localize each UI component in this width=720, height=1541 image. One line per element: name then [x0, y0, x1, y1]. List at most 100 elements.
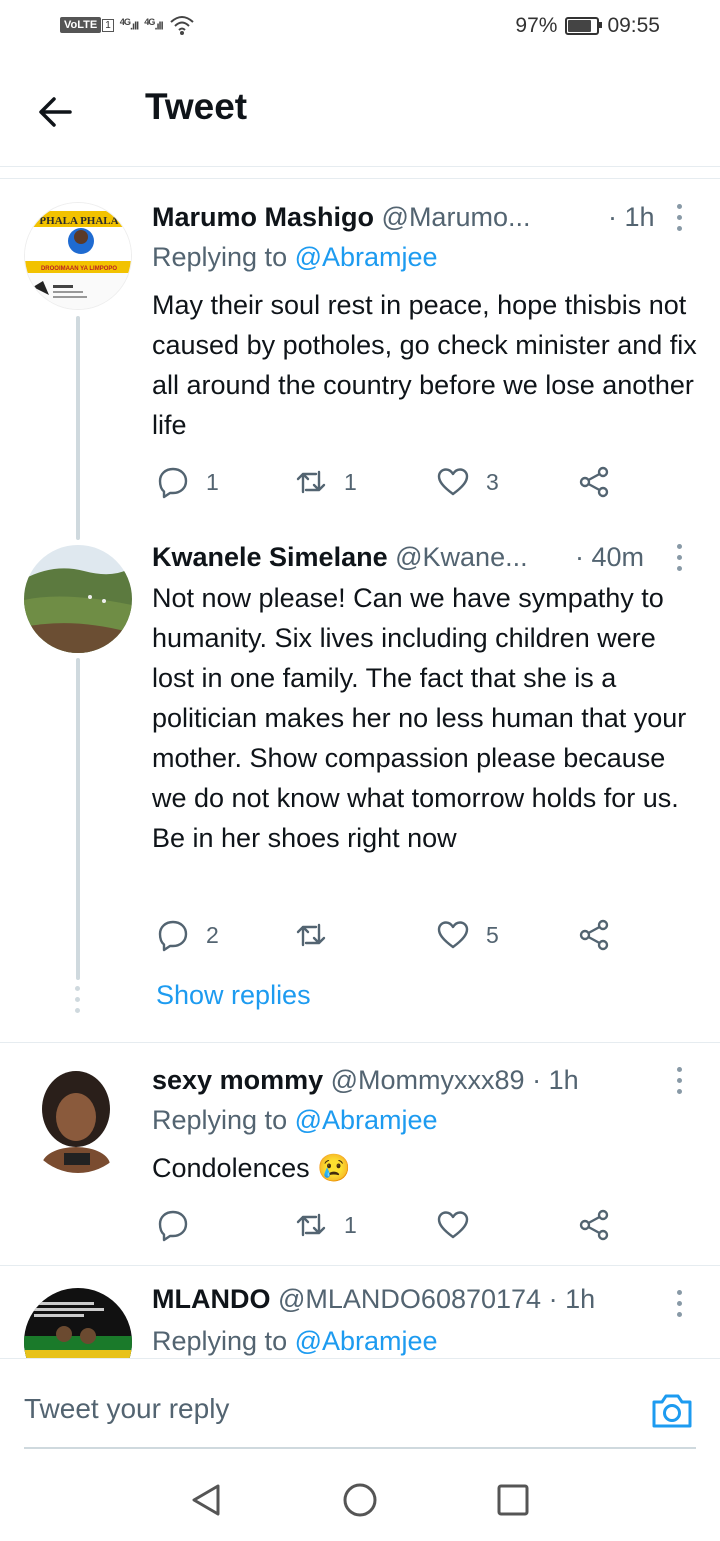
- user-handle[interactable]: @Marumo...: [382, 202, 531, 232]
- nav-home-button[interactable]: [340, 1480, 380, 1520]
- nav-recents-button[interactable]: [493, 1480, 533, 1520]
- square-recents-icon: [497, 1484, 529, 1516]
- tweet-time: · 1h: [532, 1065, 579, 1095]
- arrow-left-icon: [39, 97, 72, 127]
- tweet-actions: 1: [152, 1205, 632, 1245]
- volte-badge: VoLTE: [60, 17, 102, 33]
- share-button[interactable]: [577, 462, 611, 502]
- battery-percent: 97%: [515, 14, 558, 37]
- tweet-sexy-mommy[interactable]: sexy mommy @Mommyxxx89 · 1h Replying to …: [0, 1043, 720, 1265]
- replying-to: Replying to @Abramjee: [152, 242, 438, 272]
- tweet-time: · 40m: [575, 542, 645, 572]
- signal-1: 4G.ıll: [119, 17, 139, 33]
- circle-home-icon: [343, 1483, 377, 1517]
- tweet-time: · 1h: [548, 1284, 596, 1314]
- tweet-text: Condolences 😢: [152, 1153, 351, 1183]
- retweet-count: 1: [344, 468, 357, 495]
- share-icon: [579, 1209, 609, 1241]
- like-button[interactable]: 3: [436, 462, 499, 502]
- like-button[interactable]: 5: [436, 915, 499, 955]
- display-name[interactable]: Marumo Mashigo: [152, 202, 374, 232]
- thread-more-dots: [74, 986, 82, 1014]
- signal-2: 4G.ıll: [144, 17, 163, 33]
- divider: [0, 178, 720, 179]
- like-button[interactable]: [436, 1205, 486, 1245]
- more-options-icon[interactable]: [670, 542, 690, 574]
- avatar[interactable]: [24, 545, 132, 653]
- thread-line: [76, 658, 80, 980]
- heart-icon: [437, 1211, 469, 1239]
- tweet-actions: 1 1 3: [152, 462, 632, 502]
- retweet-icon: [296, 470, 326, 494]
- avatar[interactable]: [24, 1288, 132, 1358]
- reply-composer: Tweet your reply: [0, 1358, 720, 1459]
- back-button[interactable]: [34, 90, 78, 134]
- avatar[interactable]: PHALA PHALA DROOIMAAN YA LIMPOPO: [24, 202, 132, 310]
- user-handle[interactable]: @Kwane...: [395, 542, 527, 572]
- retweet-icon: [296, 923, 326, 947]
- svg-text:PHALA PHALA: PHALA PHALA: [39, 215, 118, 227]
- retweet-button[interactable]: 1: [294, 1205, 357, 1245]
- tweet-header: MLANDO @MLANDO60870174 · 1h: [152, 1284, 595, 1315]
- share-button[interactable]: [577, 1205, 611, 1245]
- avatar-image: PHALA PHALA DROOIMAAN YA LIMPOPO: [25, 203, 131, 309]
- avatar-image: [24, 1288, 132, 1358]
- show-replies-link[interactable]: Show replies: [156, 980, 311, 1011]
- reply-button[interactable]: 1: [156, 462, 219, 502]
- avatar-image: [24, 545, 132, 653]
- replying-to: Replying to @Abramjee: [152, 1105, 438, 1135]
- reply-input[interactable]: Tweet your reply: [24, 1393, 229, 1425]
- network-indicators: VoLTE 1 4G.ıll 4G.ıll: [60, 14, 195, 36]
- replying-to-link[interactable]: @Abramjee: [295, 1326, 438, 1356]
- tweet-mlando[interactable]: MLANDO @MLANDO60870174 · 1h Replying to …: [0, 1266, 720, 1358]
- like-count: 3: [486, 468, 499, 495]
- tweet-header: Kwanele Simelane @Kwane...: [152, 542, 528, 573]
- app-header: Tweet: [0, 56, 720, 167]
- camera-icon: [652, 1394, 692, 1428]
- wifi-icon: [169, 16, 194, 35]
- tweet-time: · 1h: [608, 202, 655, 232]
- reply-count: 1: [206, 468, 219, 495]
- tweet-text: May their soul rest in peace, hope thisb…: [152, 290, 697, 440]
- tweet-header: Marumo Mashigo @Marumo...: [152, 202, 530, 233]
- reply-button[interactable]: [156, 1205, 206, 1245]
- user-handle[interactable]: @MLANDO60870174: [278, 1284, 541, 1314]
- heart-icon: [437, 468, 469, 496]
- like-count: 5: [486, 921, 499, 948]
- replying-to-link[interactable]: @Abramjee: [295, 242, 438, 272]
- retweet-button[interactable]: 1: [294, 462, 357, 502]
- display-name[interactable]: sexy mommy: [152, 1065, 323, 1095]
- clock: 09:55: [607, 14, 660, 37]
- tweet-kwanele[interactable]: Kwanele Simelane @Kwane... · 40m Not now…: [0, 540, 720, 1042]
- replying-to: Replying to @Abramjee: [152, 1326, 438, 1356]
- heart-icon: [437, 921, 469, 949]
- more-options-icon[interactable]: [670, 1065, 690, 1097]
- nav-back-button[interactable]: [186, 1480, 226, 1520]
- tweet-text: Not now please! Can we have sympathy to …: [152, 583, 687, 853]
- avatar[interactable]: [24, 1065, 132, 1173]
- more-options-icon[interactable]: [670, 1288, 690, 1320]
- divider: [24, 1447, 696, 1449]
- triangle-back-icon: [192, 1484, 220, 1516]
- system-nav-bar: [0, 1460, 720, 1541]
- tweet-marumo[interactable]: PHALA PHALA DROOIMAAN YA LIMPOPO Marumo …: [0, 180, 720, 540]
- reply-icon: [158, 1210, 188, 1242]
- more-options-icon[interactable]: [670, 202, 690, 234]
- reply-icon: [158, 467, 188, 499]
- reply-button[interactable]: 2: [156, 915, 219, 955]
- battery-icon: [565, 17, 603, 35]
- share-icon: [579, 919, 609, 951]
- share-button[interactable]: [577, 915, 611, 955]
- user-handle[interactable]: @Mommyxxx89: [331, 1065, 525, 1095]
- replying-to-link[interactable]: @Abramjee: [295, 1105, 438, 1135]
- display-name[interactable]: MLANDO: [152, 1284, 270, 1314]
- page-title: Tweet: [145, 86, 248, 127]
- retweet-button[interactable]: [294, 915, 344, 955]
- system-indicators: 97% 09:55: [515, 14, 660, 38]
- reply-icon: [158, 920, 188, 952]
- camera-button[interactable]: [650, 1389, 694, 1433]
- reply-count: 2: [206, 921, 219, 948]
- share-icon: [579, 466, 609, 498]
- retweet-icon: [296, 1213, 326, 1237]
- display-name[interactable]: Kwanele Simelane: [152, 542, 388, 572]
